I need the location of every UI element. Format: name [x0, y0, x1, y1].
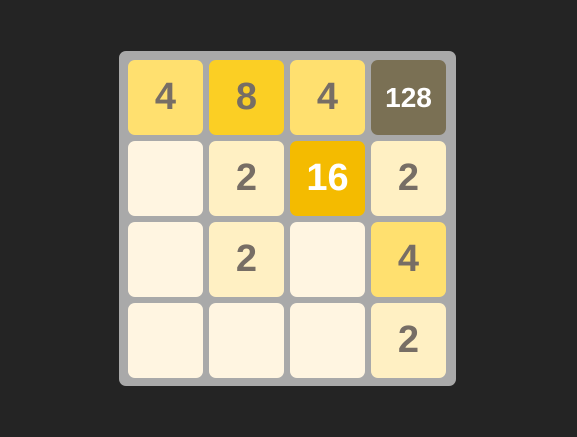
tile-value: 2 [397, 157, 420, 199]
tile-value: 2 [235, 238, 258, 280]
tile-2: 2 [371, 141, 446, 216]
tile-2: 2 [209, 141, 284, 216]
empty-cell [290, 222, 365, 297]
tile-2: 2 [371, 303, 446, 378]
game-board: 4 8 4 128 2 16 2 2 4 2 [119, 51, 456, 386]
tile-value: 4 [316, 76, 339, 118]
tile-16: 16 [290, 141, 365, 216]
tile-4: 4 [128, 60, 203, 135]
tile-value: 4 [154, 76, 177, 118]
tile-value: 4 [397, 238, 420, 280]
empty-cell [128, 141, 203, 216]
empty-cell [209, 303, 284, 378]
tile-value: 2 [235, 157, 258, 199]
tile-4: 4 [290, 60, 365, 135]
empty-cell [128, 303, 203, 378]
tile-8: 8 [209, 60, 284, 135]
empty-cell [290, 303, 365, 378]
tile-value: 16 [306, 157, 349, 199]
tile-value: 2 [397, 319, 420, 361]
tile-2: 2 [209, 222, 284, 297]
tile-128: 128 [371, 60, 446, 135]
tile-value: 128 [385, 81, 432, 113]
tile-value: 8 [235, 76, 258, 118]
tile-4: 4 [371, 222, 446, 297]
empty-cell [128, 222, 203, 297]
